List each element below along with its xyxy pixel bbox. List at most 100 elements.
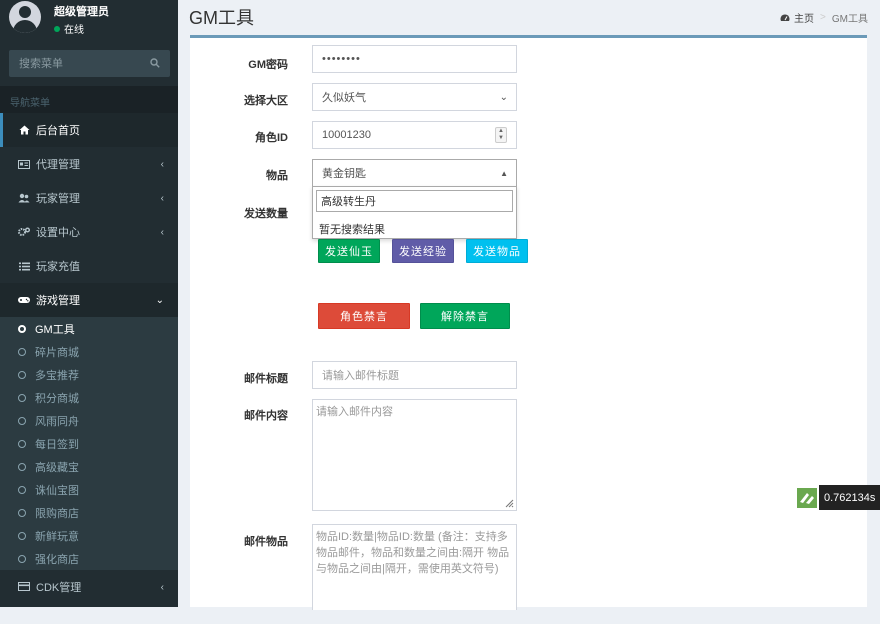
circle-icon [18, 370, 26, 379]
breadcrumb-home[interactable]: 主页 [794, 10, 814, 25]
sidebar-subitem-enhance-shop[interactable]: 强化商店 [0, 547, 178, 570]
sidebar-subitem-novelties[interactable]: 新鲜玩意 [0, 524, 178, 547]
sidebar-subitem-label: 碎片商城 [35, 346, 79, 359]
user-status: 在线 [54, 21, 84, 36]
chevron-left-icon: ‹ [160, 193, 164, 204]
chevron-down-icon: ⌄ [155, 295, 164, 306]
circle-icon [18, 393, 26, 402]
number-spinner-icon[interactable]: ▲ ▼ [495, 127, 507, 143]
sidebar-subitem-label: 风雨同舟 [35, 415, 79, 428]
sidebar-item-label: 玩家管理 [36, 193, 80, 205]
send-count-label: 发送数量 [244, 208, 288, 220]
timer-value: 0.762134s [824, 491, 876, 504]
sidebar-subitem-limited-shop[interactable]: 限购商店 [0, 501, 178, 524]
sidebar-item-recharge[interactable]: 玩家充值 [0, 249, 178, 283]
sidebar-subitem-label: 强化商店 [35, 553, 79, 566]
sidebar-subitem-label: 诛仙宝图 [35, 484, 79, 497]
item-search-input[interactable]: 高级转生丹 [316, 190, 513, 212]
password-field[interactable]: •••••••• [312, 45, 517, 73]
sidebar-subitem-treasure[interactable]: 高级藏宝 [0, 455, 178, 478]
item-label: 物品 [266, 170, 288, 182]
sidebar-item-label: 游戏管理 [36, 295, 80, 307]
sidebar-item-label: 设置中心 [36, 227, 80, 239]
resize-handle-icon[interactable] [504, 498, 514, 508]
chevron-left-icon: ‹ [160, 227, 164, 238]
circle-icon [18, 439, 26, 448]
role-id-value: 10001230 [322, 129, 371, 141]
online-dot-icon [54, 26, 60, 32]
chevron-left-icon: ‹ [160, 582, 164, 593]
avatar[interactable] [9, 1, 41, 33]
game-submenu: GM工具 碎片商城 多宝推荐 积分商城 风雨同舟 每日签到 高级藏宝 诛仙宝图 … [0, 317, 178, 570]
item-select[interactable]: 黄金钥匙 ▲ [312, 159, 517, 187]
sidebar-menu: 后台首页 代理管理 ‹ 玩家管理 ‹ 设置中心 ‹ 玩家充值 游戏管理 ⌄ GM… [0, 113, 178, 603]
role-id-input[interactable]: 10001230 ▲ ▼ [312, 121, 517, 149]
mail-items-textarea[interactable]: 物品ID:数量|物品ID:数量 (备注：支持多物品邮件，物品和数量之间由:隔开 … [312, 524, 517, 610]
search-input[interactable] [9, 50, 139, 77]
sidebar-item-label: CDK管理 [36, 581, 82, 594]
unban-button[interactable]: 解除禁言 [420, 303, 510, 329]
sidebar-item-settings[interactable]: 设置中心 ‹ [0, 215, 178, 249]
chevron-left-icon: ‹ [160, 159, 164, 170]
mail-content-textarea[interactable]: 请输入邮件内容 [312, 399, 517, 511]
sidebar-item-cdk[interactable]: CDK管理 ‹ [0, 570, 178, 603]
sidebar-item-agents[interactable]: 代理管理 ‹ [0, 147, 178, 181]
main-content: GM工具 主页 > GM工具 GM密码 •••••••• 选择大区 久似妖气 ⌄… [178, 0, 880, 610]
page-load-timer[interactable]: 0.762134s [795, 485, 880, 510]
sidebar-subitem-label: 每日签到 [35, 438, 79, 451]
sidebar-subitem-label: 限购商店 [35, 507, 79, 520]
user-status-label: 在线 [64, 25, 84, 36]
sidebar-search [9, 50, 170, 77]
mail-items-placeholder: 物品ID:数量|物品ID:数量 (备注：支持多物品邮件，物品和数量之间由:隔开 … [316, 531, 510, 575]
mail-title-input[interactable]: 请输入邮件标题 [312, 361, 517, 389]
sidebar-subitem-treasure-map[interactable]: 诛仙宝图 [0, 478, 178, 501]
circle-icon [18, 324, 26, 333]
ban-role-button[interactable]: 角色禁言 [318, 303, 410, 329]
sidebar-item-players[interactable]: 玩家管理 ‹ [0, 181, 178, 215]
sidebar-subitem-recommend[interactable]: 多宝推荐 [0, 363, 178, 386]
timer-logo-icon [795, 485, 819, 510]
sidebar-item-home[interactable]: 后台首页 [0, 113, 178, 147]
circle-icon [18, 508, 26, 517]
breadcrumb-separator: > [820, 12, 826, 23]
list-icon [18, 260, 30, 272]
nav-header: 导航菜单 [0, 86, 178, 113]
user-name: 超级管理员 [54, 6, 109, 18]
item-select-value: 黄金钥匙 [322, 168, 366, 180]
send-exp-button[interactable]: 发送经验 [392, 239, 454, 263]
sidebar-item-game-management[interactable]: 游戏管理 ⌄ [0, 283, 178, 317]
role-id-label: 角色ID [255, 132, 288, 144]
chevron-down-icon: ⌄ [499, 92, 508, 103]
gears-icon [18, 226, 30, 238]
mail-content-placeholder: 请输入邮件内容 [316, 406, 393, 418]
sidebar-subitem-label: 新鲜玩意 [35, 530, 79, 543]
sidebar-item-label: 代理管理 [36, 159, 80, 171]
mail-title-label: 邮件标题 [244, 373, 288, 385]
sidebar-subitem-label: 积分商城 [35, 392, 79, 405]
search-icon[interactable] [150, 58, 160, 68]
server-select[interactable]: 久似妖气 ⌄ [312, 83, 517, 111]
item-dropdown: 高级转生丹 暂无搜索结果 [312, 186, 517, 239]
send-jade-button[interactable]: 发送仙玉 [318, 239, 380, 263]
user-panel: 超级管理员 在线 [0, 0, 178, 44]
sidebar-subitem-points-shop[interactable]: 积分商城 [0, 386, 178, 409]
server-label: 选择大区 [244, 95, 288, 107]
password-label: GM密码 [248, 59, 288, 71]
send-item-button[interactable]: 发送物品 [466, 239, 528, 263]
breadcrumb: 主页 > GM工具 [780, 10, 868, 25]
circle-icon [18, 347, 26, 356]
server-select-value: 久似妖气 [322, 92, 366, 104]
sidebar: 超级管理员 在线 导航菜单 后台首页 代理管理 ‹ 玩家管理 ‹ 设置中心 ‹ … [0, 0, 178, 607]
circle-icon [18, 485, 26, 494]
sidebar-subitem-wind-rain[interactable]: 风雨同舟 [0, 409, 178, 432]
credit-card-icon [18, 581, 30, 593]
circle-icon [18, 554, 26, 563]
sidebar-subitem-fragment-shop[interactable]: 碎片商城 [0, 340, 178, 363]
sidebar-subitem-daily-signin[interactable]: 每日签到 [0, 432, 178, 455]
sidebar-subitem-gm-tool[interactable]: GM工具 [0, 317, 178, 340]
gm-tool-panel: GM密码 •••••••• 选择大区 久似妖气 ⌄ 角色ID 10001230 … [190, 35, 867, 610]
users-icon [18, 192, 30, 204]
sidebar-item-label: 玩家充值 [36, 261, 80, 273]
gamepad-icon [18, 294, 30, 306]
dashboard-icon [780, 14, 790, 21]
